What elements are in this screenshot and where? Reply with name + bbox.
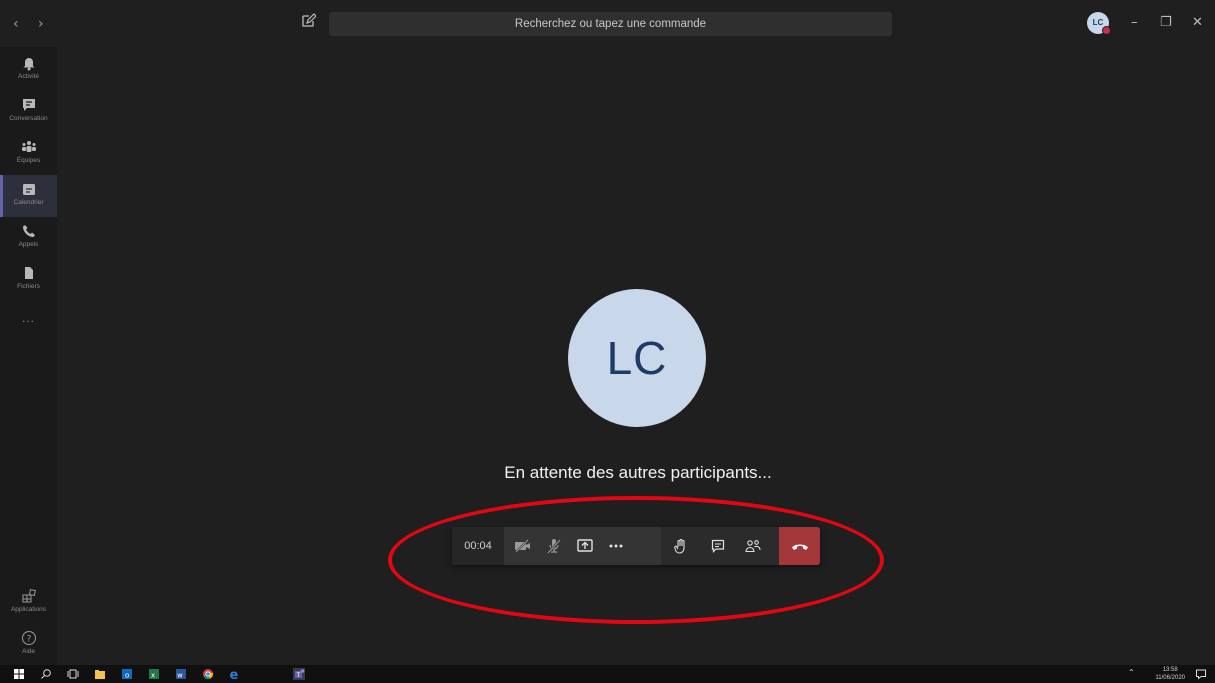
edge-icon[interactable]: e: [229, 668, 241, 680]
rail-label: Appels: [18, 241, 39, 248]
svg-text:w: w: [177, 672, 183, 680]
rail-label: Équipes: [16, 157, 41, 164]
rail-label: Aide: [21, 648, 35, 655]
notification-center-icon[interactable]: [1195, 668, 1207, 680]
rail-label: Applications: [10, 606, 47, 613]
close-button[interactable]: ✕: [1192, 15, 1203, 30]
svg-text:e: e: [230, 668, 239, 680]
app-bar: Activité Conversation Équipes Calendrier…: [0, 47, 57, 665]
profile-initials: LC: [1092, 18, 1104, 27]
apps-icon: [22, 589, 36, 603]
excel-icon[interactable]: x: [148, 668, 160, 680]
annotation-ellipse: [388, 496, 884, 624]
teams-icon: [21, 141, 36, 152]
rail-item-files[interactable]: Fichiers: [0, 259, 57, 301]
windows-taskbar: o x w e T ⌃ 13:58 11/06/2020: [0, 665, 1215, 683]
chat-icon: [22, 99, 35, 111]
rail-item-chat[interactable]: Conversation: [0, 91, 57, 133]
svg-text:o: o: [125, 672, 129, 680]
profile-avatar[interactable]: LC: [1087, 12, 1111, 35]
search-input[interactable]: Recherchez ou tapez une commande: [329, 12, 892, 36]
new-chat-icon[interactable]: [300, 13, 316, 29]
clock-time: 13:58: [1162, 667, 1178, 673]
rail-item-teams[interactable]: Équipes: [0, 133, 57, 175]
rail-label: Calendrier: [13, 199, 44, 206]
help-icon: ?: [21, 631, 36, 645]
rail-label: Activité: [18, 73, 39, 80]
file-explorer-icon[interactable]: [94, 668, 106, 680]
rail-item-calendar[interactable]: Calendrier: [0, 175, 57, 217]
teams-taskbar-icon[interactable]: T: [293, 668, 305, 680]
word-icon[interactable]: w: [175, 668, 187, 680]
rail-item-activity[interactable]: Activité: [0, 49, 57, 91]
search-icon[interactable]: [40, 668, 52, 680]
more-apps-icon[interactable]: ...: [0, 311, 57, 325]
phone-icon: [22, 225, 35, 237]
minimize-button[interactable]: –: [1131, 15, 1138, 30]
rail-item-calls[interactable]: Appels: [0, 217, 57, 259]
waiting-message: En attente des autres participants...: [504, 463, 772, 482]
chrome-icon[interactable]: [202, 668, 214, 680]
status-busy-icon: [1102, 26, 1111, 35]
system-clock[interactable]: 13:58 11/06/2020: [1155, 666, 1185, 682]
title-bar: ‹ › Recherchez ou tapez une commande LC …: [0, 0, 1215, 47]
forward-icon[interactable]: ›: [38, 16, 44, 32]
participant-avatar: LC: [568, 289, 706, 427]
maximize-button[interactable]: ❐: [1160, 15, 1172, 30]
svg-text:T: T: [296, 672, 301, 679]
rail-label: Conversation: [9, 115, 48, 122]
rail-label: Fichiers: [17, 283, 40, 290]
file-icon: [24, 267, 33, 279]
bell-icon: [23, 58, 34, 71]
back-icon[interactable]: ‹: [13, 16, 19, 32]
teams-window: ‹ › Recherchez ou tapez une commande LC …: [0, 0, 1215, 683]
svg-text:?: ?: [26, 635, 31, 645]
calendar-icon: [22, 184, 35, 195]
outlook-icon[interactable]: o: [121, 668, 133, 680]
svg-text:x: x: [151, 672, 155, 680]
system-tray-chevron-icon[interactable]: ⌃: [1128, 668, 1135, 677]
clock-date: 11/06/2020: [1155, 675, 1185, 681]
rail-item-applications[interactable]: Applications: [0, 582, 57, 624]
rail-item-help[interactable]: ? Aide: [0, 624, 57, 666]
windows-start-icon[interactable]: [13, 668, 25, 680]
task-view-icon[interactable]: [67, 668, 79, 680]
